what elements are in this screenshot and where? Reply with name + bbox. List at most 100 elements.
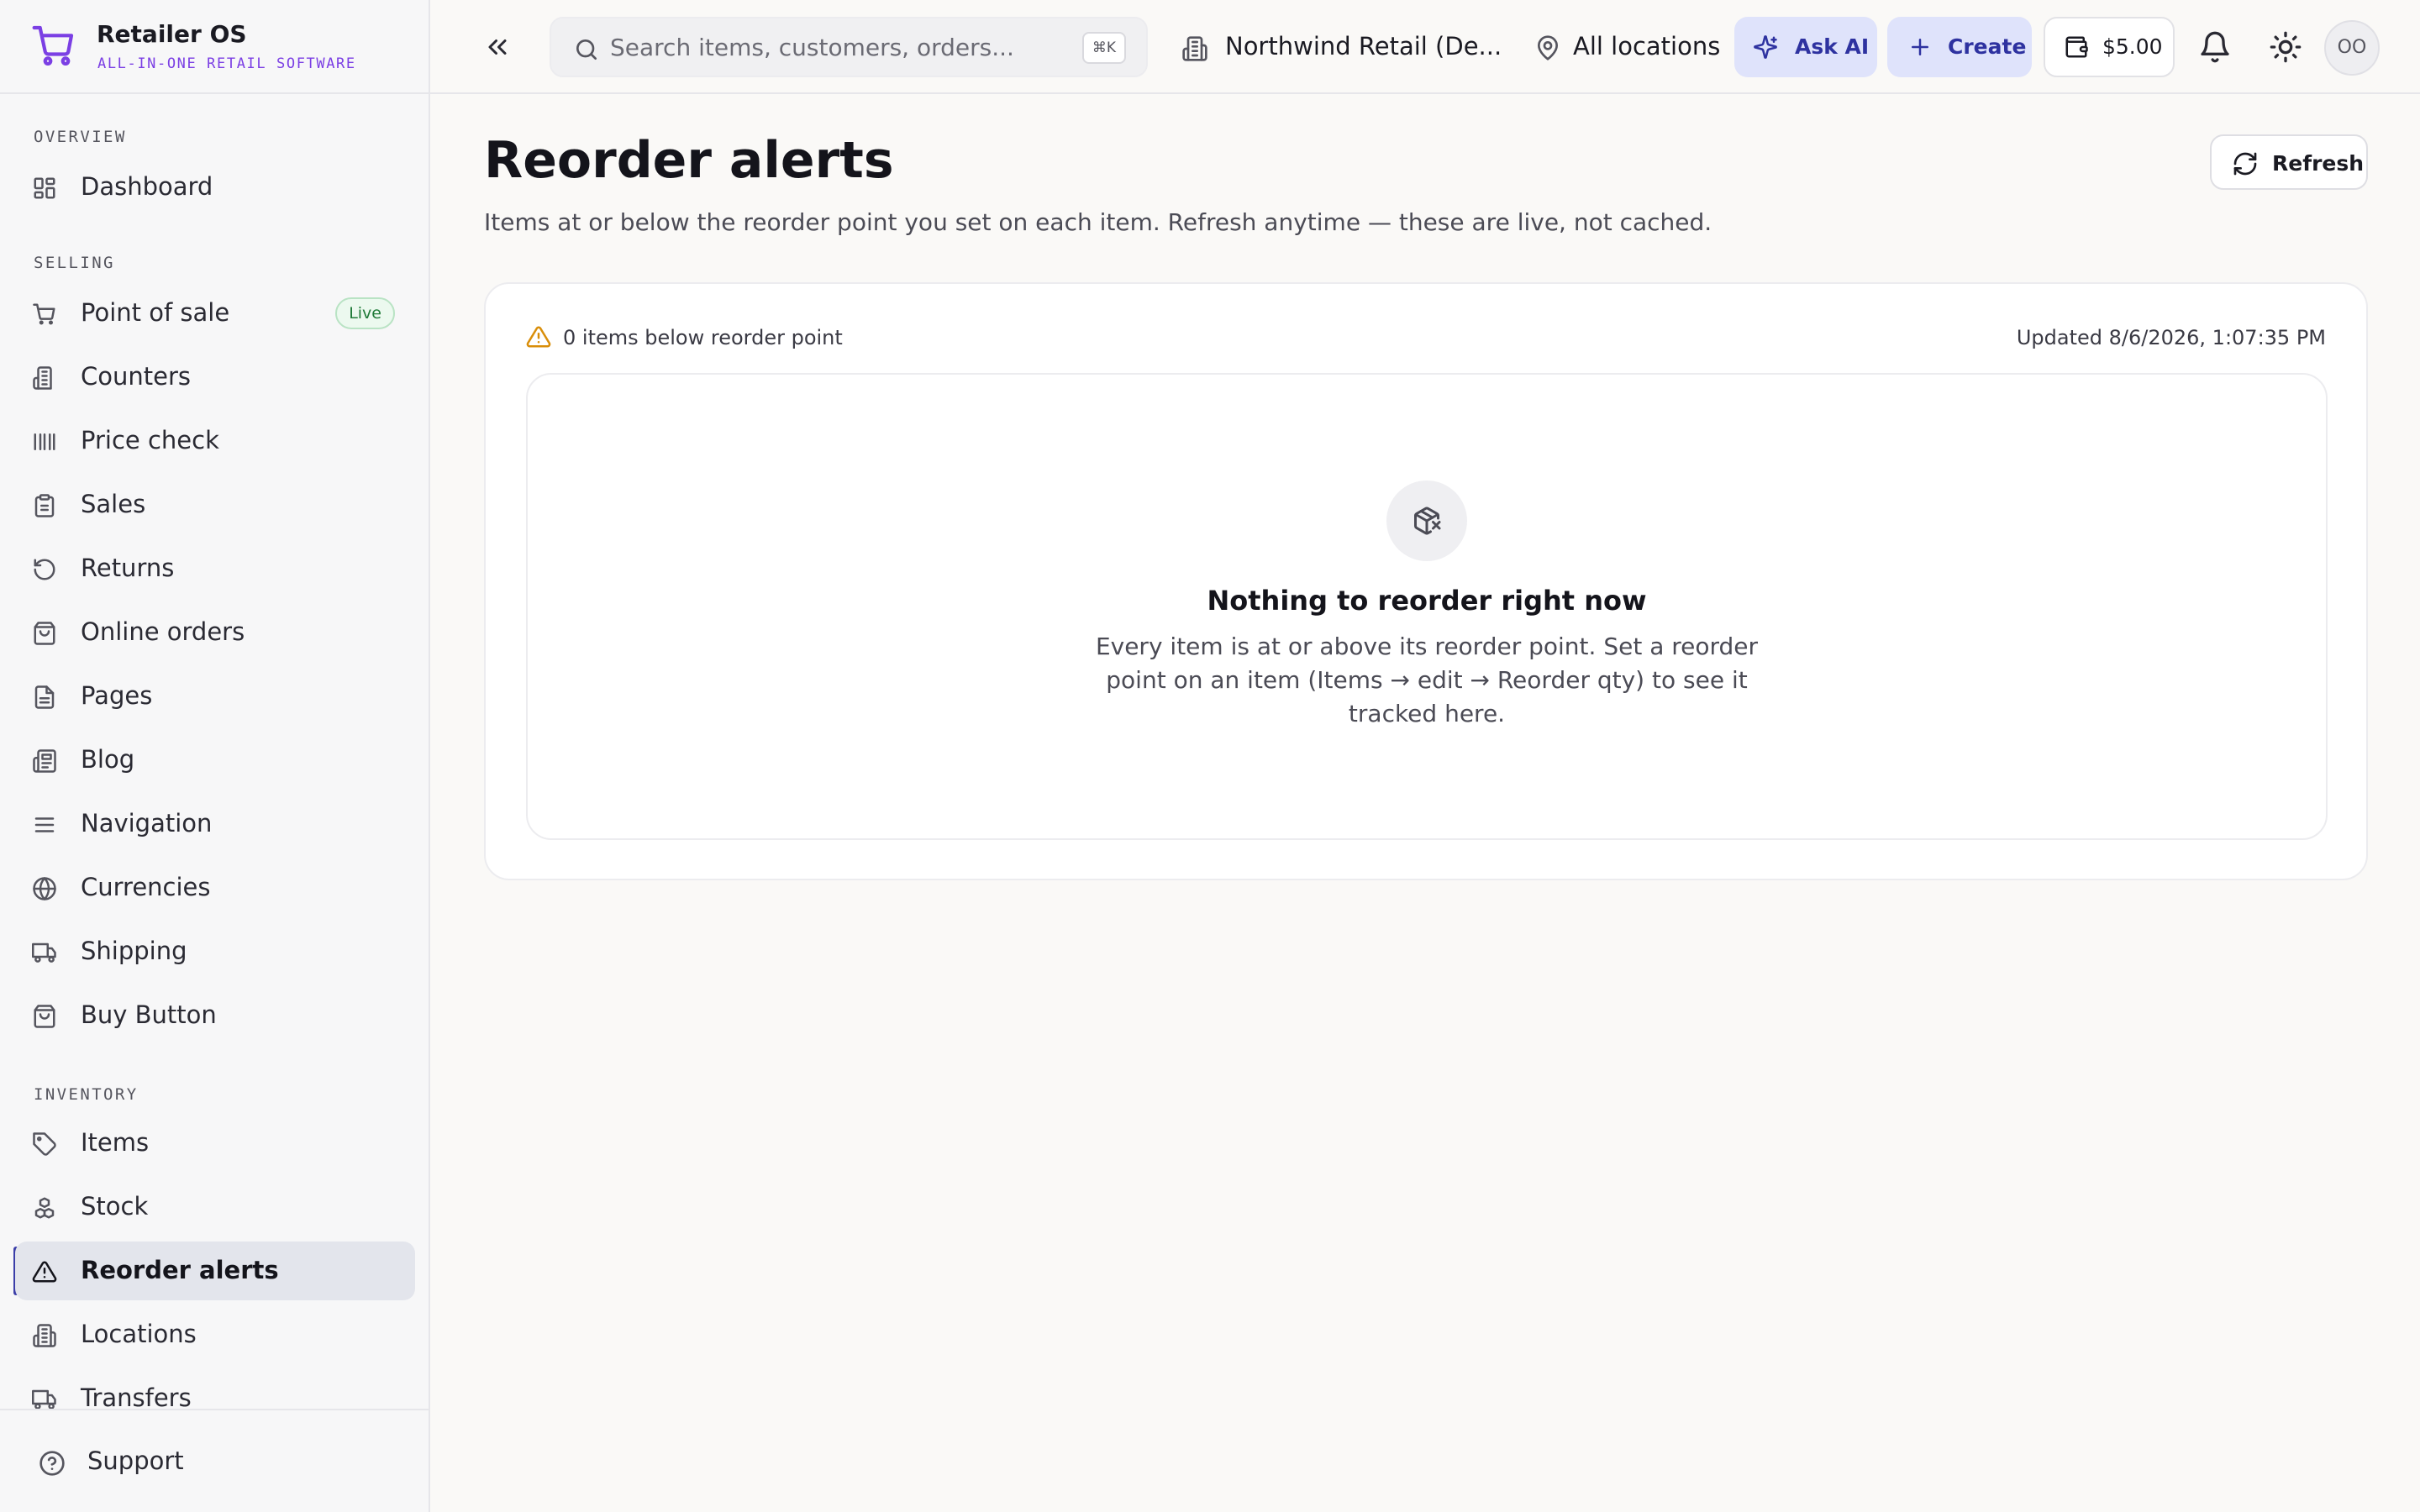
sidebar-item-reorder-alerts[interactable]: Reorder alerts	[15, 1242, 415, 1300]
empty-state-title: Nothing to reorder right now	[1207, 585, 1647, 617]
main-content: Reorder alerts Items at or below the reo…	[430, 94, 2420, 1512]
menu-icon	[34, 817, 55, 832]
reorder-alerts-card: 0 items below reorder point Updated 8/6/…	[484, 282, 2368, 880]
sidebar-item-online-orders[interactable]: Online orders	[15, 603, 415, 662]
sidebar-item-label: Locations	[81, 1320, 197, 1348]
section-label-selling: SELLING	[34, 254, 115, 272]
rotate-ccw-icon	[34, 559, 55, 580]
shopping-bag-icon	[34, 622, 55, 645]
refresh-label: Refresh	[2272, 151, 2365, 176]
sparkles-icon	[1754, 35, 1777, 59]
sidebar-item-label: Sales	[81, 490, 146, 518]
brand-header: Retailer OS ALL-IN-ONE RETAIL SOFTWARE	[0, 0, 429, 94]
sidebar-item-label: Counters	[81, 362, 191, 391]
location-label: All locations	[1573, 32, 1721, 60]
sidebar-item-items[interactable]: Items	[15, 1114, 415, 1173]
sidebar-item-point-of-sale[interactable]: Point of sale Live	[15, 284, 415, 343]
tag-icon	[33, 1132, 56, 1156]
barcode-icon	[34, 433, 55, 450]
support-label: Support	[87, 1446, 184, 1475]
global-search[interactable]: ⌘K	[550, 17, 1148, 77]
sidebar-item-label: Shipping	[81, 937, 187, 965]
building-icon	[33, 1324, 56, 1347]
empty-state: Nothing to reorder right now Every item …	[526, 373, 2328, 840]
cart-logo-icon	[32, 25, 74, 66]
sidebar-item-sales[interactable]: Sales	[15, 475, 415, 534]
brand-tagline: ALL-IN-ONE RETAIL SOFTWARE	[97, 55, 356, 72]
page-subtitle: Items at or below the reorder point you …	[484, 208, 1712, 236]
clipboard-icon	[34, 494, 55, 517]
building-icon	[1182, 36, 1207, 61]
sidebar-item-shipping[interactable]: Shipping	[15, 922, 415, 981]
sidebar-item-navigation[interactable]: Navigation	[15, 795, 415, 853]
newspaper-icon	[33, 749, 56, 773]
wallet-balance-button[interactable]: $5.00	[2044, 17, 2175, 77]
sidebar-item-label: Items	[81, 1128, 150, 1157]
sidebar-nav: OVERVIEW Dashboard SELLING Point of sale…	[0, 94, 429, 1412]
sidebar-item-label: Dashboard	[81, 172, 213, 201]
wallet-balance: $5.00	[2102, 34, 2163, 59]
sidebar-item-label: Point of sale	[81, 298, 230, 327]
sidebar-item-currencies[interactable]: Currencies	[15, 858, 415, 917]
globe-icon	[33, 877, 56, 900]
cart-icon	[33, 303, 55, 325]
sidebar-item-dashboard[interactable]: Dashboard	[15, 158, 415, 217]
alert-triangle-icon	[526, 326, 551, 348]
map-pin-icon	[1538, 35, 1558, 60]
grid-icon	[34, 177, 55, 199]
sidebar-item-stock[interactable]: Stock	[15, 1178, 415, 1236]
tenant-name: Northwind Retail (De...	[1225, 32, 1502, 60]
page-title: Reorder alerts	[484, 131, 894, 190]
boxes-icon	[34, 1197, 55, 1219]
sidebar-item-label: Navigation	[81, 809, 213, 837]
search-shortcut: ⌘K	[1081, 32, 1126, 64]
bell-icon[interactable]	[2198, 30, 2232, 64]
refresh-button[interactable]: Refresh	[2210, 134, 2368, 190]
support-link[interactable]: Support	[22, 1432, 408, 1491]
sidebar-item-returns[interactable]: Returns	[15, 539, 415, 598]
section-label-overview: OVERVIEW	[34, 128, 127, 146]
chevrons-left-icon[interactable]	[482, 32, 513, 62]
refresh-icon	[2233, 152, 2257, 176]
package-x-icon	[1414, 507, 1441, 535]
create-label: Create	[1948, 34, 2027, 59]
alert-triangle-icon	[32, 1261, 57, 1283]
ask-ai-label: Ask AI	[1795, 34, 1870, 59]
sidebar-item-label: Online orders	[81, 617, 245, 646]
brand-name: Retailer OS	[97, 20, 247, 48]
sidebar-item-label: Stock	[81, 1192, 149, 1221]
sidebar-item-label: Buy Button	[81, 1000, 217, 1029]
sidebar-item-label: Pages	[81, 681, 153, 710]
sidebar-item-price-check[interactable]: Price check	[15, 412, 415, 470]
updated-timestamp: Updated 8/6/2026, 1:07:35 PM	[2016, 326, 2326, 349]
help-circle-icon	[39, 1451, 65, 1476]
sidebar-footer: Support	[0, 1409, 429, 1512]
ask-ai-button[interactable]: Ask AI	[1734, 17, 1877, 77]
sidebar-item-locations[interactable]: Locations	[15, 1305, 415, 1364]
sidebar-item-label: Returns	[81, 554, 175, 582]
sidebar-item-blog[interactable]: Blog	[15, 731, 415, 790]
search-input[interactable]	[610, 29, 1064, 66]
live-badge: Live	[335, 297, 395, 329]
wallet-icon	[2065, 36, 2088, 58]
sun-icon[interactable]	[2269, 30, 2302, 64]
sidebar-item-label: Price check	[81, 426, 219, 454]
below-reorder-count: 0 items below reorder point	[563, 326, 843, 349]
sidebar-item-pages[interactable]: Pages	[15, 667, 415, 726]
file-icon	[34, 685, 55, 709]
create-button[interactable]: Create	[1887, 17, 2032, 77]
sidebar: Retailer OS ALL-IN-ONE RETAIL SOFTWARE O…	[0, 0, 430, 1512]
building-icon	[33, 366, 52, 390]
sidebar-item-label: Reorder alerts	[81, 1256, 279, 1284]
sidebar-item-label: Currencies	[81, 873, 211, 901]
shopping-bag-icon	[34, 1005, 55, 1028]
sidebar-item-buy-button[interactable]: Buy Button	[15, 986, 415, 1045]
truck-icon	[32, 942, 56, 963]
section-label-inventory: INVENTORY	[34, 1085, 139, 1104]
empty-state-icon-circle	[1386, 480, 1467, 561]
empty-state-description: Every item is at or above its reorder po…	[1095, 633, 1759, 727]
user-avatar[interactable]: OO	[2324, 20, 2380, 76]
sidebar-item-counters[interactable]: Counters	[15, 348, 415, 407]
sidebar-item-label: Blog	[81, 745, 135, 774]
sidebar-item-label: Transfers	[81, 1383, 192, 1412]
